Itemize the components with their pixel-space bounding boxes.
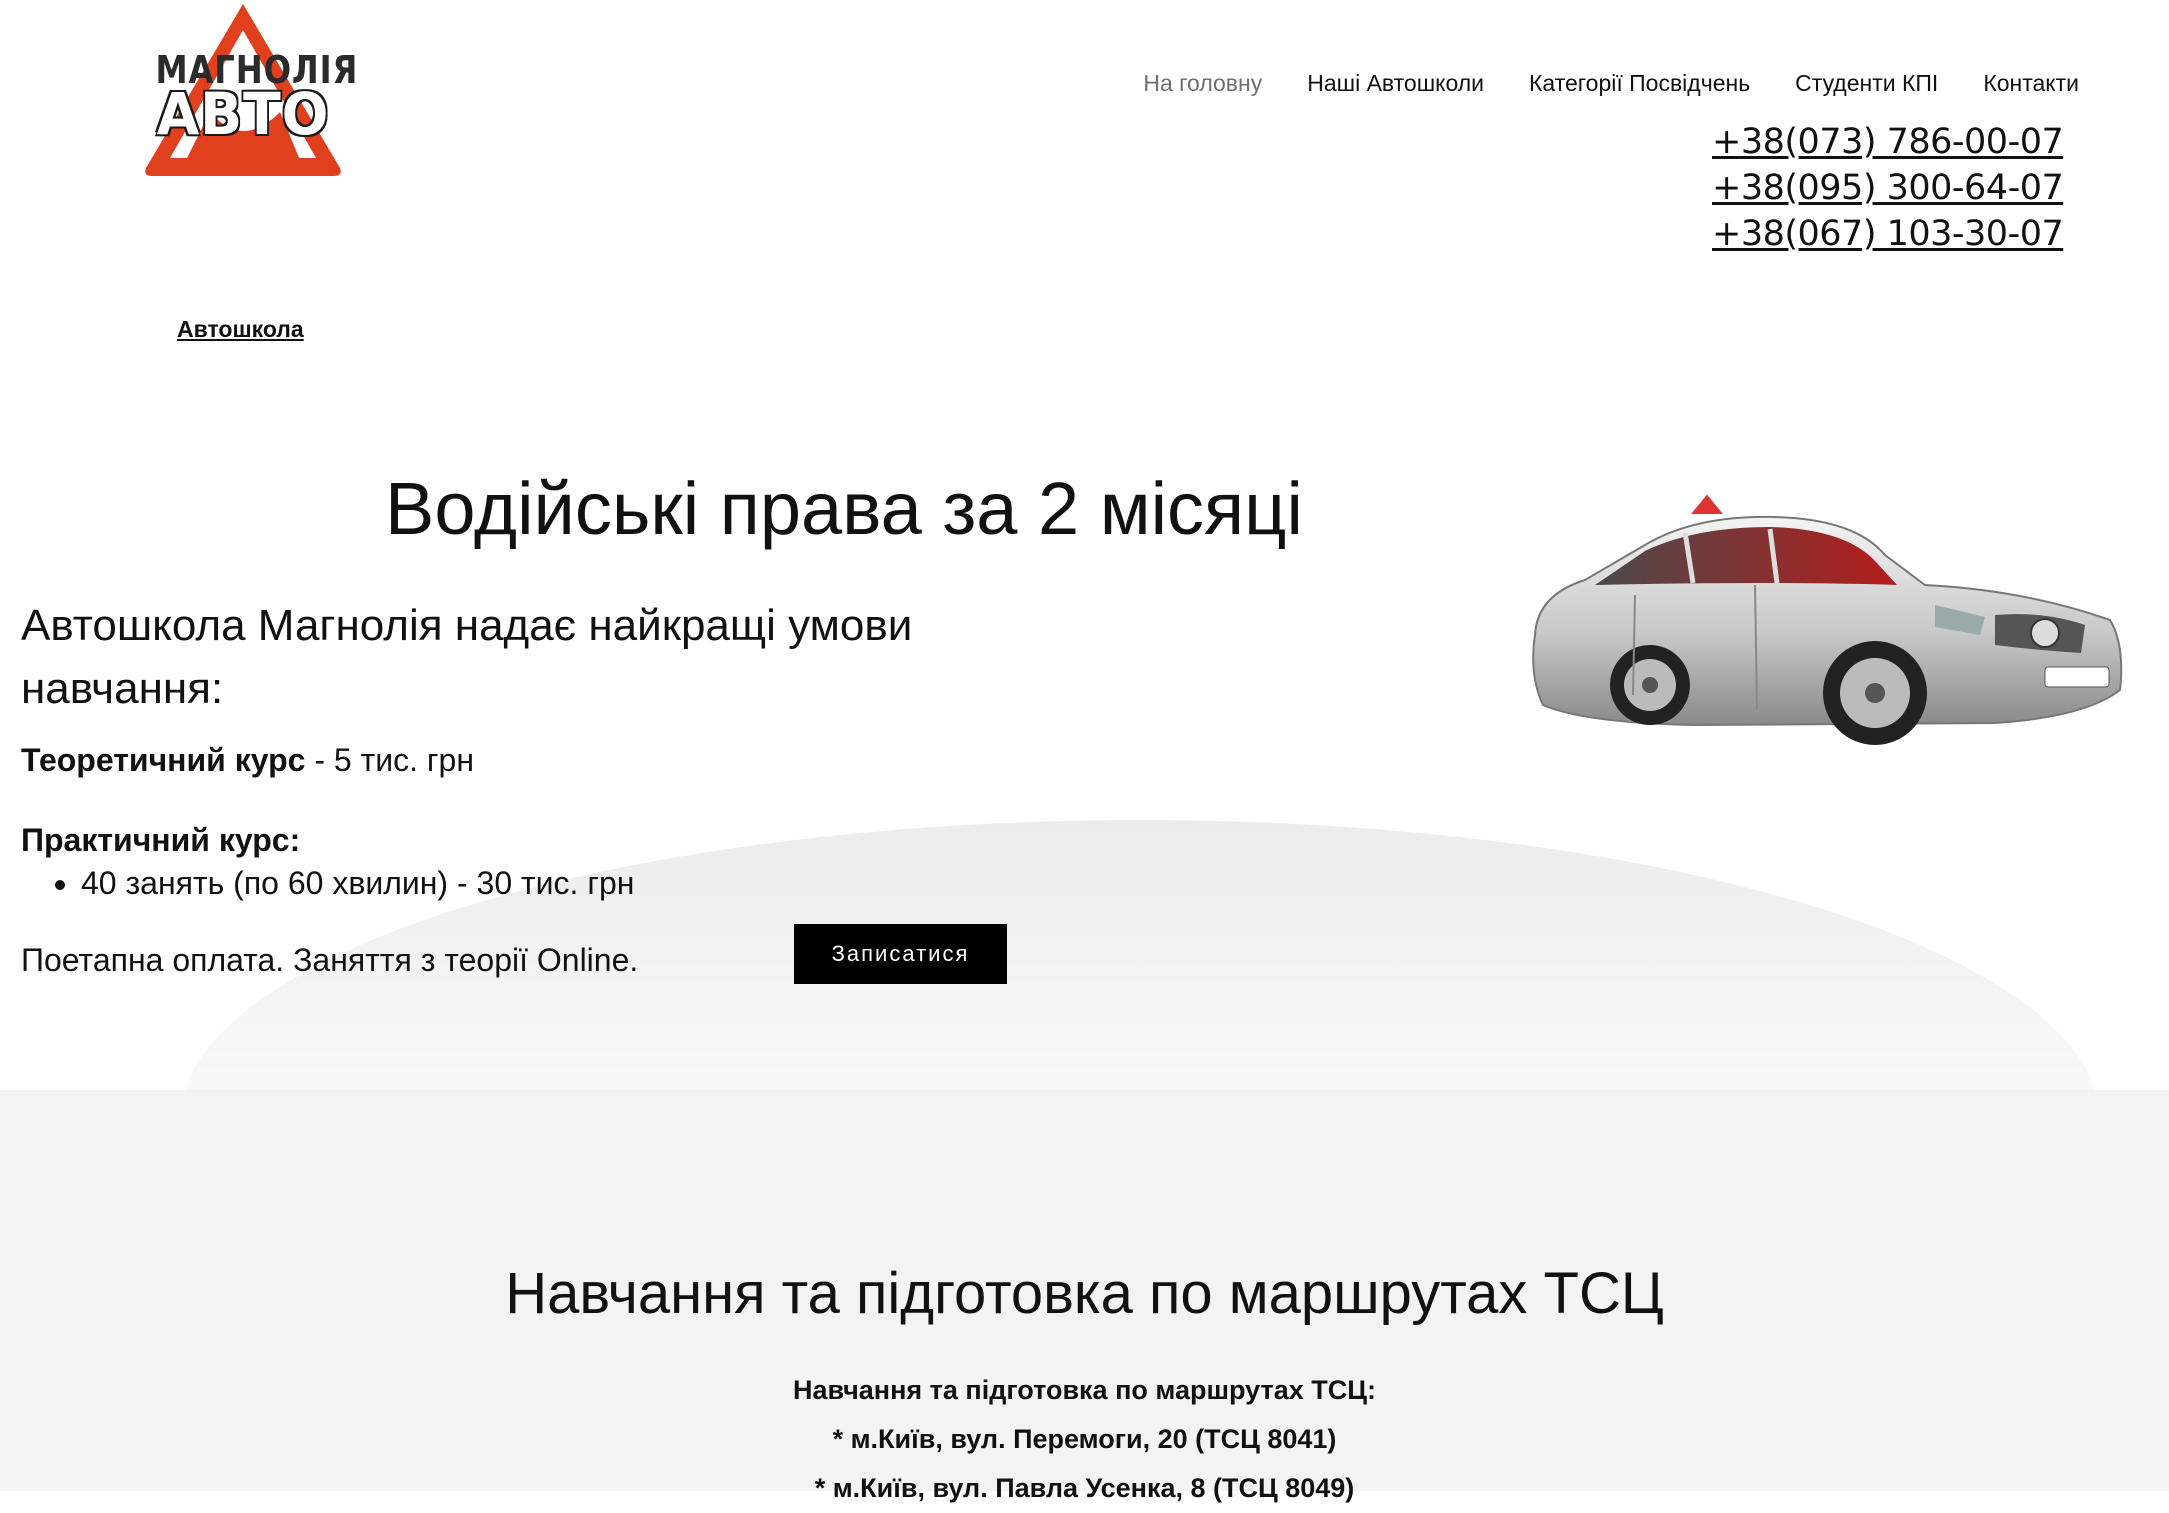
payment-note: Поетапна оплата. Заняття з теорії Online… <box>21 942 639 978</box>
nav-contacts[interactable]: Контакти <box>1983 70 2079 97</box>
routes-line: * м.Київ, вул. Перемоги, 20 (ТСЦ 8041) <box>832 1424 1337 1454</box>
hero-title: Водійські права за 2 місяці <box>385 467 1303 550</box>
nav-our-schools[interactable]: Наші Автошколи <box>1307 70 1484 97</box>
practice-course-list: 40 занять (по 60 хвилин) - 30 тис. грн <box>21 864 634 902</box>
phone-link[interactable]: +38(073) 786-00-07 <box>1712 122 2064 162</box>
practice-course-label: Практичний курс: <box>21 822 301 858</box>
nav-home[interactable]: На головну <box>1143 70 1262 97</box>
routes-section: Навчання та підготовка по маршрутах ТСЦ … <box>0 1090 2169 1503</box>
car-image <box>1525 485 2130 785</box>
phone-link[interactable]: +38(095) 300-64-07 <box>1712 168 2064 208</box>
theory-course-label: Теоретичний курс <box>21 742 306 778</box>
car-icon <box>1532 491 2123 745</box>
phone-list: +38(073) 786-00-07 +38(095) 300-64-07 +3… <box>1712 122 2064 254</box>
nav-kpi-students[interactable]: Студенти КПІ <box>1795 70 1938 97</box>
routes-title: Навчання та підготовка по маршрутах ТСЦ <box>505 1261 1664 1326</box>
list-item: 40 занять (по 60 хвилин) - 30 тис. грн <box>81 864 634 902</box>
logo-text-bottom: АВТО <box>156 80 330 148</box>
theory-course-price: - 5 тис. грн <box>305 742 475 778</box>
logo[interactable]: МАГНОЛІЯ АВТО <box>140 0 357 180</box>
breadcrumb[interactable]: Автошкола <box>177 316 304 343</box>
routes-line: * м.Київ, вул. Павла Усенка, 8 (ТСЦ 8049… <box>814 1473 1355 1503</box>
signup-button[interactable]: Записатися <box>794 924 1007 984</box>
hero-subtitle: Автошкола Магнолія надає найкращі умови … <box>21 601 913 713</box>
routes-line: Навчання та підготовка по маршрутах ТСЦ: <box>793 1375 1376 1405</box>
theory-course: Теоретичний курс - 5 тис. грн <box>21 742 474 779</box>
nav-license-categories[interactable]: Категорії Посвідчень <box>1529 70 1750 97</box>
phone-link[interactable]: +38(067) 103-30-07 <box>1712 214 2064 254</box>
main-nav: На головну Наші Автошколи Категорії Посв… <box>1143 70 2079 97</box>
